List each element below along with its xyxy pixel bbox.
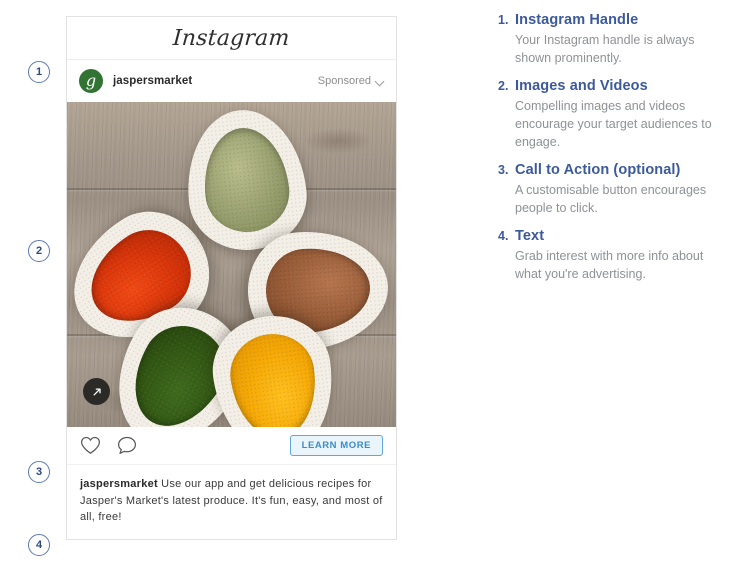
instagram-ad-card: Instagram g jaspersmarket Sponsored LEAR…	[66, 16, 397, 540]
legend-title: Instagram Handle	[515, 12, 639, 28]
legend-body: Grab interest with more info about what …	[515, 249, 704, 281]
legend-heading: 1. Instagram Handle	[498, 12, 730, 28]
legend-title: Call to Action (optional)	[515, 162, 681, 178]
learn-more-button[interactable]: LEARN MORE	[289, 435, 383, 456]
callout-marker-3: 3	[28, 461, 50, 483]
sponsored-dropdown[interactable]: Sponsored	[318, 75, 384, 87]
callout-marker-2: 2	[28, 240, 50, 262]
legend-item-1: 1. Instagram Handle Your Instagram handl…	[498, 12, 730, 67]
legend-body: Your Instagram handle is always shown pr…	[515, 33, 695, 65]
callout-marker-number: 3	[35, 465, 43, 478]
wood-knot	[303, 128, 373, 154]
legend-number: 3.	[498, 163, 509, 177]
legend-list: 1. Instagram Handle Your Instagram handl…	[498, 12, 730, 294]
post-caption: jaspersmarket Use our app and get delici…	[67, 465, 396, 539]
instagram-brand-bar: Instagram	[67, 17, 396, 60]
legend-number: 4.	[498, 229, 509, 243]
expand-arrow-icon[interactable]	[83, 378, 110, 405]
account-handle[interactable]: jaspersmarket	[113, 75, 192, 87]
green-herb-fill	[180, 104, 312, 256]
legend-title: Text	[515, 228, 545, 244]
post-action-bar: LEARN MORE	[67, 427, 396, 465]
comment-bubble-icon[interactable]	[117, 436, 137, 455]
legend-heading: 3. Call to Action (optional)	[498, 162, 730, 178]
legend-body: A customisable button encourages people …	[515, 183, 707, 215]
instagram-wordmark: Instagram	[172, 25, 291, 51]
avatar[interactable]: g	[79, 69, 103, 93]
legend-number: 2.	[498, 79, 509, 93]
chevron-down-icon	[376, 77, 384, 85]
callout-marker-1: 1	[28, 61, 50, 83]
heart-icon[interactable]	[80, 436, 101, 455]
callout-marker-4: 4	[28, 534, 50, 556]
post-header: g jaspersmarket Sponsored	[67, 60, 396, 102]
legend-heading: 4. Text	[498, 228, 730, 244]
legend-item-2: 2. Images and Videos Compelling images a…	[498, 78, 730, 151]
legend-title: Images and Videos	[515, 78, 648, 94]
post-image[interactable]	[67, 102, 396, 427]
legend-item-4: 4. Text Grab interest with more info abo…	[498, 228, 730, 283]
sponsored-label: Sponsored	[317, 75, 371, 87]
avatar-letter: g	[85, 70, 97, 90]
callout-marker-number: 4	[35, 538, 43, 551]
legend-item-3: 3. Call to Action (optional) A customisa…	[498, 162, 730, 217]
yellow-turmeric-fill	[205, 308, 343, 427]
callout-marker-number: 1	[35, 65, 43, 78]
legend-heading: 2. Images and Videos	[498, 78, 730, 94]
caption-handle[interactable]: jaspersmarket	[80, 478, 158, 490]
legend-number: 1.	[498, 13, 509, 27]
callout-marker-number: 2	[35, 244, 43, 257]
legend-body: Compelling images and videos encourage y…	[515, 99, 712, 149]
